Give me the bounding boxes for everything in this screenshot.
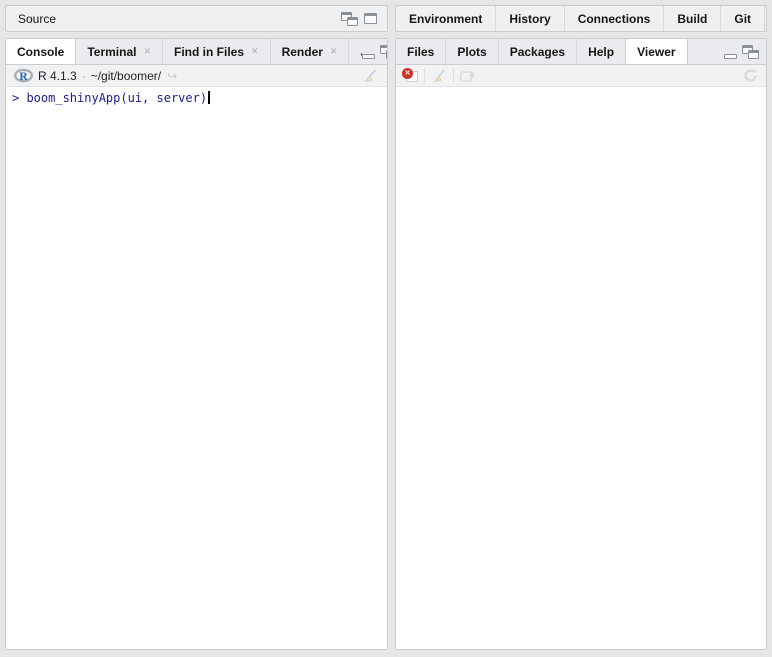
tab-label: Console: [17, 45, 65, 59]
refresh-icon: [744, 69, 757, 82]
source-pane-header: Source: [5, 5, 388, 32]
tab-connections[interactable]: Connections: [565, 6, 665, 31]
tab-find-in-files[interactable]: Find in Files ✕: [163, 39, 271, 64]
viewer-pane: Files Plots Packages Help Viewer ✕: [395, 38, 767, 650]
viewer-window-controls: [724, 39, 766, 64]
tab-label: Files: [407, 44, 435, 59]
tab-files[interactable]: Files: [396, 39, 447, 64]
tab-help[interactable]: Help: [577, 39, 627, 64]
tab-label: Terminal: [87, 44, 137, 59]
close-icon[interactable]: ✕: [251, 46, 259, 57]
remove-viewer-item-button[interactable]: ✕: [402, 68, 418, 83]
restore-pane-icon[interactable]: [341, 11, 358, 26]
tab-terminal[interactable]: Terminal ✕: [76, 39, 164, 64]
restore-pane-icon[interactable]: [742, 44, 759, 59]
clear-all-viewer-items-button[interactable]: [431, 68, 447, 84]
export-icon: [460, 70, 476, 82]
close-icon[interactable]: ✕: [330, 46, 338, 57]
console-input-line: > boom_shinyApp(ui, server): [12, 91, 208, 105]
left-column: Source Console Terminal ✕ Find in Files …: [5, 5, 388, 650]
tab-viewer[interactable]: Viewer: [625, 39, 688, 64]
source-pane-window-controls: [341, 11, 377, 26]
viewer-tabstrip: Files Plots Packages Help Viewer: [396, 39, 766, 65]
tab-git[interactable]: Git: [721, 6, 766, 31]
tab-history[interactable]: History: [496, 6, 565, 31]
tab-label: Viewer: [637, 45, 676, 59]
console-window-controls: [362, 39, 387, 64]
source-pane-title: Source: [18, 11, 57, 26]
working-directory[interactable]: ~/git/boomer/: [91, 69, 161, 83]
remove-viewer-item-icon: ✕: [402, 68, 418, 83]
tab-build[interactable]: Build: [664, 6, 722, 31]
console-version-bar: R R 4.1.3 · ~/git/boomer/ ↪: [6, 65, 387, 87]
close-icon[interactable]: ✕: [143, 46, 151, 57]
tab-jobs-clipped[interactable]: J: [349, 39, 362, 64]
tab-label: Help: [588, 44, 615, 59]
open-in-new-window-arrow-icon[interactable]: ↪: [167, 69, 177, 83]
console-input-area[interactable]: > boom_shinyApp(ui, server): [6, 87, 387, 649]
text-cursor: [208, 91, 211, 104]
minimize-pane-icon[interactable]: [724, 53, 737, 59]
tab-label: Packages: [509, 44, 566, 59]
tab-console[interactable]: Console: [6, 39, 77, 64]
tab-plots[interactable]: Plots: [446, 39, 499, 64]
clear-console-button[interactable]: [362, 68, 378, 84]
broom-icon: [433, 68, 446, 82]
maximize-pane-icon[interactable]: [364, 13, 377, 24]
r-logo-icon: R: [14, 68, 33, 83]
refresh-viewer-button[interactable]: [743, 68, 758, 83]
viewer-toolbar: ✕: [396, 65, 766, 87]
broom-icon: [364, 68, 377, 82]
r-version-label: R 4.1.3: [38, 68, 77, 83]
console-tabstrip: Console Terminal ✕ Find in Files ✕ Rende…: [6, 39, 387, 65]
tab-environment[interactable]: Environment: [396, 6, 497, 31]
console-pane: Console Terminal ✕ Find in Files ✕ Rende…: [5, 38, 388, 650]
tab-tutorial-clipped[interactable]: Tutor: [765, 6, 766, 31]
environment-pane-header: Environment History Connections Build Gi…: [395, 5, 767, 32]
viewer-content-area: [396, 87, 766, 649]
tab-label: Render: [281, 44, 323, 59]
minimize-pane-icon[interactable]: [362, 53, 376, 59]
tab-packages[interactable]: Packages: [499, 39, 578, 64]
rstudio-workspace: Source Console Terminal ✕ Find in Files …: [0, 0, 772, 650]
tab-label: Plots: [457, 44, 487, 59]
separator-dot: ·: [81, 68, 86, 83]
restore-pane-icon[interactable]: [380, 44, 387, 59]
right-column: Environment History Connections Build Gi…: [395, 5, 767, 650]
export-viewer-button[interactable]: [460, 69, 477, 83]
toolbar-separator: [424, 68, 425, 83]
toolbar-separator: [453, 68, 454, 83]
svg-text:R: R: [19, 71, 28, 83]
tab-label: Find in Files: [174, 44, 245, 59]
tab-render[interactable]: Render ✕: [271, 39, 350, 64]
